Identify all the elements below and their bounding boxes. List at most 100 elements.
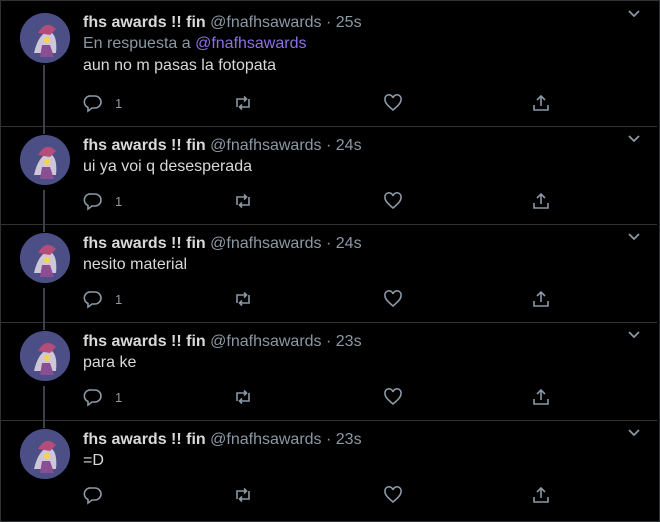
thread-line <box>43 288 45 322</box>
retweet-button[interactable] <box>233 189 253 213</box>
reply-icon <box>83 95 102 113</box>
retweet-icon <box>236 193 250 209</box>
like-button[interactable] <box>383 189 403 213</box>
reply-count: 1 <box>115 291 123 307</box>
timestamp[interactable]: 25s <box>336 14 362 31</box>
tweet-text: para ke <box>83 354 137 371</box>
display-name[interactable]: fhs awards !! fin <box>83 333 206 350</box>
reply-count: 1 <box>115 193 123 209</box>
user-handle[interactable]: @fnafhsawards <box>210 431 321 448</box>
heart-icon <box>384 192 402 210</box>
reply-button[interactable] <box>83 483 115 507</box>
share-button[interactable] <box>531 385 551 409</box>
thread-line <box>43 420 45 428</box>
tweet-actions: 1 <box>83 385 553 409</box>
heart-icon <box>384 388 402 406</box>
share-button[interactable] <box>531 189 551 213</box>
tweet-header: fhs awards !! fin @fnafhsawards · 23s <box>83 430 647 450</box>
tweet-text: ui ya voi q desesperada <box>83 158 252 175</box>
chevron-down-icon[interactable] <box>625 326 643 344</box>
user-handle[interactable]: @fnafhsawards <box>210 333 321 350</box>
tweet-actions: 1 <box>83 189 553 213</box>
avatar[interactable] <box>20 233 70 283</box>
display-name[interactable]: fhs awards !! fin <box>83 431 206 448</box>
chevron-down-icon[interactable] <box>625 424 643 442</box>
thread-line <box>43 322 45 330</box>
reply-icon <box>83 487 102 505</box>
tweet-actions: 1 <box>83 287 553 311</box>
thread-line <box>43 386 45 420</box>
share-button[interactable] <box>531 483 551 507</box>
reply-button[interactable]: 1 <box>83 189 122 213</box>
thread-line <box>43 190 45 224</box>
separator-dot: · <box>326 14 332 31</box>
chevron-down-icon[interactable] <box>625 228 643 246</box>
reply-prefix: En respuesta a <box>83 35 191 52</box>
share-button[interactable] <box>531 287 551 311</box>
heart-icon <box>384 486 402 504</box>
heart-icon <box>384 290 402 308</box>
avatar[interactable] <box>20 331 70 381</box>
reply-icon <box>83 291 102 309</box>
separator-dot: · <box>326 431 332 448</box>
tweet-actions: 1 <box>83 91 553 115</box>
share-icon <box>533 192 549 209</box>
tweet-text: aun no m pasas la fotopata <box>83 57 277 74</box>
retweet-button[interactable] <box>233 483 253 507</box>
reply-button[interactable]: 1 <box>83 385 122 409</box>
separator-dot: · <box>326 137 332 154</box>
tweet-header: fhs awards !! fin @fnafhsawards · 24s <box>83 234 647 254</box>
display-name[interactable]: fhs awards !! fin <box>83 14 206 31</box>
reply-button[interactable]: 1 <box>83 91 122 115</box>
share-icon <box>533 388 549 405</box>
thread-line <box>43 224 45 232</box>
display-name[interactable]: fhs awards !! fin <box>83 235 206 252</box>
timestamp[interactable]: 24s <box>336 137 362 154</box>
reply-count: 1 <box>115 95 123 111</box>
retweet-button[interactable] <box>233 385 253 409</box>
reply-count: 1 <box>115 389 123 405</box>
tweet[interactable]: fhs awards !! fin @fnafhsawards · 23s =D <box>1 420 657 520</box>
timestamp[interactable]: 23s <box>336 333 362 350</box>
retweet-button[interactable] <box>233 91 253 115</box>
like-button[interactable] <box>383 385 403 409</box>
reply-button[interactable]: 1 <box>83 287 122 311</box>
avatar[interactable] <box>20 135 70 185</box>
like-button[interactable] <box>383 287 403 311</box>
like-button[interactable] <box>383 91 403 115</box>
retweet-button[interactable] <box>233 287 253 311</box>
reply-mention-link[interactable]: @fnafhsawards <box>195 35 306 52</box>
like-button[interactable] <box>383 483 403 507</box>
reply-context: En respuesta a @fnafhsawards <box>83 33 647 55</box>
tweet[interactable]: fhs awards !! fin @fnafhsawards · 24s ne… <box>1 224 657 323</box>
avatar[interactable] <box>20 13 70 63</box>
tweet-header: fhs awards !! fin @fnafhsawards · 25s <box>83 13 647 33</box>
separator-dot: · <box>326 333 332 350</box>
display-name[interactable]: fhs awards !! fin <box>83 137 206 154</box>
heart-icon <box>384 94 402 112</box>
tweet[interactable]: fhs awards !! fin @fnafhsawards · 24s ui… <box>1 126 657 225</box>
retweet-icon <box>236 487 250 503</box>
tweet[interactable]: fhs awards !! fin @fnafhsawards · 25s En… <box>1 1 657 127</box>
user-handle[interactable]: @fnafhsawards <box>210 235 321 252</box>
tweet-header: fhs awards !! fin @fnafhsawards · 23s <box>83 332 647 352</box>
retweet-icon <box>236 389 250 405</box>
tweet[interactable]: fhs awards !! fin @fnafhsawards · 23s pa… <box>1 322 657 421</box>
user-handle[interactable]: @fnafhsawards <box>210 137 321 154</box>
tweet-actions <box>83 483 553 507</box>
avatar[interactable] <box>20 429 70 479</box>
thread-line <box>43 126 45 134</box>
tweet-text: nesito material <box>83 256 188 273</box>
chevron-down-icon[interactable] <box>625 5 643 23</box>
timestamp[interactable]: 23s <box>336 431 362 448</box>
chevron-down-icon[interactable] <box>625 130 643 148</box>
timestamp[interactable]: 24s <box>336 235 362 252</box>
share-button[interactable] <box>531 91 551 115</box>
reply-icon <box>83 389 102 407</box>
thread-line <box>43 65 45 126</box>
retweet-icon <box>236 95 250 111</box>
retweet-icon <box>236 291 250 307</box>
reply-icon <box>83 193 102 211</box>
user-handle[interactable]: @fnafhsawards <box>210 14 321 31</box>
share-icon <box>533 486 549 503</box>
